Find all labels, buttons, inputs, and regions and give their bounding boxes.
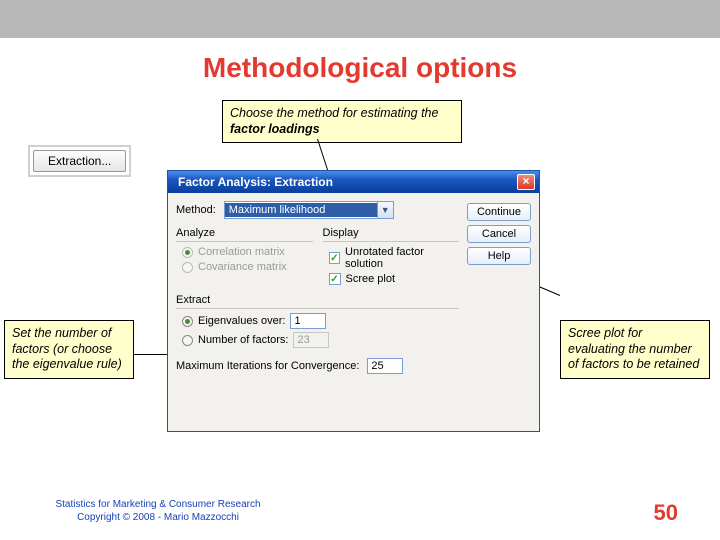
check-scree-label: Scree plot <box>346 273 396 285</box>
close-icon[interactable]: × <box>517 174 535 190</box>
dialog-title: Factor Analysis: Extraction <box>178 175 333 189</box>
radio-covariance-label: Covariance matrix <box>198 261 287 273</box>
chevron-down-icon[interactable]: ▼ <box>377 202 393 218</box>
eigenvalues-input[interactable]: 1 <box>290 313 326 329</box>
radio-correlation-label: Correlation matrix <box>198 246 285 258</box>
radio-number-factors-label: Number of factors: <box>198 334 288 346</box>
dialog-extraction: Factor Analysis: Extraction × Method: Ma… <box>167 170 540 432</box>
callout-method-bold: factor loadings <box>230 122 320 136</box>
page-number: 50 <box>654 500 678 526</box>
radio-covariance <box>182 262 193 273</box>
dialog-titlebar: Factor Analysis: Extraction × <box>168 171 539 193</box>
check-scree[interactable]: ✓ <box>329 273 341 285</box>
radio-eigenvalues-label: Eigenvalues over: <box>198 315 285 327</box>
extraction-button-container: Extraction... <box>28 145 131 177</box>
callout-method-text: Choose the method for estimating the <box>230 106 438 120</box>
check-unrotated[interactable]: ✓ <box>329 252 341 264</box>
maxiter-input[interactable]: 25 <box>367 358 403 374</box>
callout-method: Choose the method for estimating the fac… <box>222 100 462 143</box>
method-value: Maximum likelihood <box>225 203 377 217</box>
callout-factors: Set the number of factors (or choose the… <box>4 320 134 379</box>
continue-button[interactable]: Continue <box>467 203 531 221</box>
slide-top-bar <box>0 0 720 38</box>
check-unrotated-label: Unrotated factor solution <box>345 246 459 270</box>
slide-title: Methodological options <box>0 52 720 84</box>
help-button[interactable]: Help <box>467 247 531 265</box>
citation-line1: Statistics for Marketing & Consumer Rese… <box>48 498 268 511</box>
radio-eigenvalues[interactable] <box>182 316 193 327</box>
callout-scree: Scree plot for evaluating the number of … <box>560 320 710 379</box>
radio-correlation <box>182 247 193 258</box>
method-combobox[interactable]: Maximum likelihood ▼ <box>224 201 394 219</box>
extract-title: Extract <box>176 294 459 306</box>
analyze-title: Analyze <box>176 227 313 239</box>
number-factors-input: 23 <box>293 332 329 348</box>
display-title: Display <box>323 227 460 239</box>
method-label: Method: <box>176 204 216 216</box>
extraction-button[interactable]: Extraction... <box>33 150 126 172</box>
citation-line2: Copyright © 2008 - Mario Mazzocchi <box>48 511 268 524</box>
maxiter-label: Maximum Iterations for Convergence: <box>176 360 359 372</box>
footer-citation: Statistics for Marketing & Consumer Rese… <box>48 498 268 524</box>
cancel-button[interactable]: Cancel <box>467 225 531 243</box>
radio-number-factors[interactable] <box>182 335 193 346</box>
